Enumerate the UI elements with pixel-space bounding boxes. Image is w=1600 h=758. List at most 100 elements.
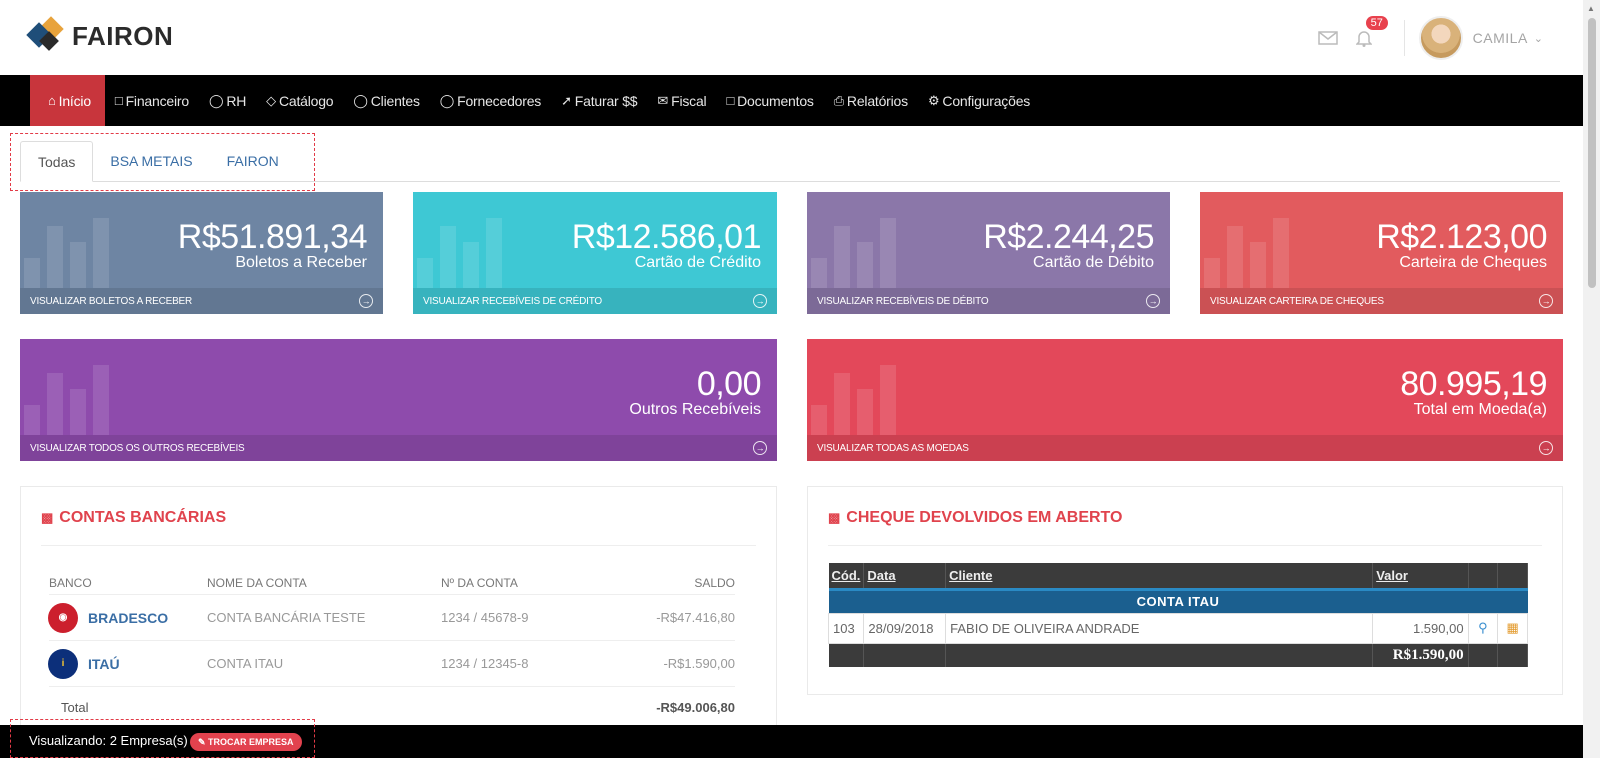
mail-button[interactable] — [1314, 24, 1342, 52]
chevron-down-icon[interactable]: ⌄ — [1534, 32, 1543, 45]
card-value: 80.995,19 — [1400, 365, 1547, 403]
logo-mark-icon — [26, 16, 66, 54]
vertical-scrollbar[interactable]: ▲ — [1583, 0, 1600, 758]
header-divider — [1403, 20, 1405, 56]
arrow-circle-icon: → — [753, 294, 767, 308]
arrow-circle-icon: → — [1146, 294, 1160, 308]
cheques-panel: ▩ CHEQUE DEVOLVIDOS EM ABERTO Cód. Data C… — [807, 486, 1563, 695]
nav-item-catalogo[interactable]: ◇ Catálogo — [256, 75, 343, 126]
home-icon: ⌂ — [48, 93, 56, 108]
itau-logo-icon: i — [48, 648, 78, 679]
table-row: i ITAÚ CONTA ITAU 1234 / 12345-8 -R$1.590… — [48, 641, 735, 687]
brand-logo[interactable]: FAIRON — [26, 16, 174, 54]
card-value: 0,00 — [696, 365, 762, 403]
bars-decoration — [811, 218, 903, 288]
top-header: FAIRON 57 CAMILA ⌄ — [0, 0, 1583, 75]
search-icon[interactable]: ⚲ — [1467, 612, 1499, 644]
nav-item-configuracoes[interactable]: ⚙ Configurações — [918, 75, 1040, 126]
card-link[interactable]: VISUALIZAR BOLETOS A RECEBER → — [20, 288, 383, 314]
gear-icon: ⚙ — [927, 92, 940, 108]
bradesco-logo-icon: ◉ — [48, 602, 78, 633]
card-link[interactable]: VISUALIZAR TODOS OS OUTROS RECEBÍVEIS → — [20, 435, 777, 461]
table-header: BANCO NOME DA CONTA Nº DA CONTA SALDO — [49, 571, 735, 595]
card-link[interactable]: VISUALIZAR RECEBÍVEIS DE DÉBITO → — [807, 288, 1170, 314]
brand-name: FAIRON — [72, 20, 174, 51]
bar-chart-icon: ▩ — [828, 510, 841, 525]
nav-item-financeiro[interactable]: □ Financeiro — [105, 75, 199, 126]
card-credito[interactable]: R$12.586,01 Cartão de Crédito VISUALIZAR… — [413, 192, 777, 314]
card-value: R$2.123,00 — [1376, 218, 1547, 256]
nav-item-relatorios[interactable]: ⎙ Relatórios — [824, 75, 918, 126]
column-header[interactable]: Data — [863, 563, 947, 589]
nav-item-fiscal[interactable]: ✉ Fiscal — [647, 75, 716, 126]
card-link[interactable]: VISUALIZAR RECEBÍVEIS DE CRÉDITO → — [413, 288, 777, 314]
bank-link[interactable]: ITAÚ — [88, 656, 120, 672]
users-icon: ◯ — [208, 92, 224, 108]
bank-link[interactable]: BRADESCO — [88, 610, 168, 626]
card-label: Boletos a Receber — [235, 254, 367, 271]
arrow-circle-icon: → — [359, 294, 373, 308]
nav-item-fornecedores[interactable]: ◯ Fornecedores — [430, 75, 551, 126]
folder-icon: □ — [114, 93, 123, 108]
table-total-row: R$1.590,00 — [828, 643, 1528, 667]
card-label: Carteira de Cheques — [1399, 254, 1547, 271]
nav-item-documentos[interactable]: □ Documentos — [716, 75, 823, 126]
panel-separator — [828, 545, 1542, 546]
group-row: CONTA ITAU — [828, 587, 1528, 613]
panel-title: ▩ CONTAS BANCÁRIAS — [41, 509, 227, 526]
bars-decoration — [417, 218, 509, 288]
user-icon: ◯ — [353, 92, 368, 108]
notification-badge: 57 — [1365, 16, 1388, 30]
cheques-table: Cód. Data Cliente Valor CONTA ITAU 103 2… — [827, 563, 1528, 667]
edit-document-icon[interactable]: ▦ — [1497, 612, 1528, 644]
card-cheques[interactable]: R$2.123,00 Carteira de Cheques VISUALIZA… — [1200, 192, 1563, 314]
envelope-icon — [1317, 31, 1338, 45]
tabs-highlight — [10, 133, 315, 191]
nav-item-faturar[interactable]: ➚ Faturar $$ — [551, 75, 647, 126]
card-value: R$2.244,25 — [983, 218, 1154, 256]
card-outros[interactable]: 0,00 Outros Recebíveis VISUALIZAR TODOS … — [20, 339, 777, 461]
table-row: 103 28/09/2018 FABIO DE OLIVEIRA ANDRADE… — [827, 612, 1528, 644]
notifications-button[interactable]: 57 — [1350, 16, 1388, 52]
viewing-companies-text: Visualizando: 2 Empresa(s) — [29, 733, 188, 748]
tag-icon: ◇ — [266, 92, 276, 108]
column-header[interactable]: Cliente — [945, 563, 1374, 589]
panel-separator — [41, 545, 756, 546]
card-link[interactable]: VISUALIZAR TODAS AS MOEDAS → — [807, 435, 1563, 461]
card-label: Total em Moeda(a) — [1413, 401, 1547, 418]
switch-company-button[interactable]: ✎ TROCAR EMPRESA — [190, 733, 302, 751]
bar-chart-icon: ▩ — [41, 510, 54, 525]
nav-item-inicio[interactable]: ⌂ Início — [30, 75, 105, 126]
bank-accounts-panel: ▩ CONTAS BANCÁRIAS BANCO NOME DA CONTA Nº… — [20, 486, 777, 736]
printer-icon: ⎙ — [833, 92, 844, 108]
column-header[interactable]: Valor — [1372, 563, 1469, 589]
user-icon: ◯ — [439, 92, 455, 108]
bell-icon — [1355, 31, 1372, 47]
card-value: R$12.586,01 — [571, 218, 762, 256]
user-name[interactable]: CAMILA — [1473, 30, 1528, 46]
bars-decoration — [811, 365, 903, 435]
card-label: Cartão de Crédito — [634, 254, 761, 271]
card-boletos[interactable]: R$51.891,34 Boletos a Receber VISUALIZAR… — [20, 192, 383, 314]
nav-item-clientes[interactable]: ◯ Clientes — [343, 75, 429, 126]
card-label: Outros Recebíveis — [629, 401, 761, 418]
bars-decoration — [24, 218, 116, 288]
bars-decoration — [1204, 218, 1296, 288]
avatar[interactable] — [1418, 16, 1463, 60]
column-header[interactable]: Cód. — [828, 563, 865, 589]
card-label: Cartão de Débito — [1033, 254, 1154, 271]
card-value: R$51.891,34 — [177, 218, 368, 256]
table-row: ◉ BRADESCO CONTA BANCÁRIA TESTE 1234 / 45… — [48, 595, 735, 641]
arrow-circle-icon: → — [1539, 441, 1553, 455]
envelope-icon: ✉ — [657, 92, 669, 108]
card-debito[interactable]: R$2.244,25 Cartão de Débito VISUALIZAR R… — [807, 192, 1170, 314]
arrow-circle-icon: → — [1539, 294, 1553, 308]
card-link[interactable]: VISUALIZAR CARTEIRA DE CHEQUES → — [1200, 288, 1563, 314]
nav-item-rh[interactable]: ◯ RH — [199, 75, 256, 126]
header-actions: 57 CAMILA ⌄ — [1314, 16, 1543, 60]
card-moedas[interactable]: 80.995,19 Total em Moeda(a) VISUALIZAR T… — [807, 339, 1563, 461]
rocket-icon: ➚ — [561, 92, 572, 108]
scrollbar-thumb[interactable] — [1588, 18, 1596, 288]
bank-table: BANCO NOME DA CONTA Nº DA CONTA SALDO ◉ B… — [48, 571, 735, 727]
scroll-up-icon[interactable]: ▲ — [1587, 4, 1595, 13]
